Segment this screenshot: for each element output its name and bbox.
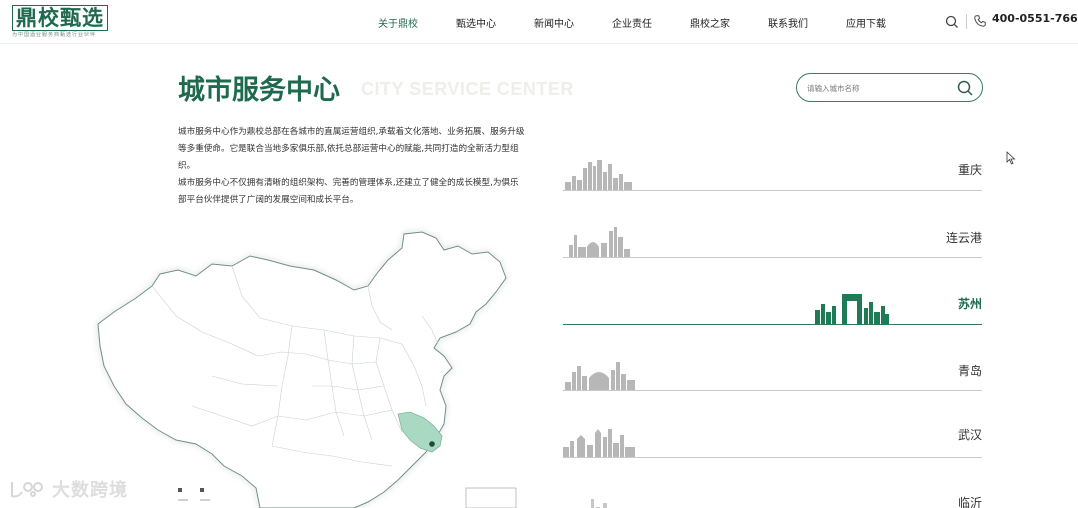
search-icon[interactable] (956, 79, 974, 97)
city-name: 苏州 (957, 297, 982, 311)
intro-text: 城市服务中心作为鼎校总部在各城市的直属运营组织,承载着文化落地、业务拓展、服务升… (178, 124, 526, 209)
hotline-number[interactable]: 400-0551-766 (992, 12, 1078, 25)
watermark: 大数跨境 (8, 476, 128, 502)
watermark-text: 大数跨境 (52, 480, 128, 501)
nav-item-about[interactable]: 关于鼎校 (378, 15, 418, 30)
map-legend (178, 488, 210, 501)
nav-item-app-download[interactable]: 应用下载 (846, 15, 886, 30)
brand-logo[interactable]: 鼎校甄选 为中国酒业服务商甄选行业伙伴 (12, 5, 116, 39)
suzhou-marker[interactable] (429, 441, 435, 447)
intro-paragraph: 城市服务中心作为鼎校总部在各城市的直属运营组织,承载着文化落地、业务拓展、服务升… (178, 127, 525, 171)
city-name: 连云港 (945, 231, 982, 245)
city-item-suzhou[interactable]: 苏州 (563, 259, 982, 325)
wuhan-skyline-icon (563, 429, 635, 457)
city-divider (563, 457, 982, 458)
nav-item-responsibility[interactable]: 企业责任 (612, 15, 652, 30)
main-nav: 关于鼎校 甄选中心 新闻中心 企业责任 鼎校之家 联系我们 应用下载 (378, 0, 924, 44)
chongqing-skyline-icon (565, 160, 632, 190)
city-search-input[interactable] (807, 80, 947, 96)
country-outline (97, 231, 507, 508)
page-title-english: CITY SERVICE CENTER (361, 79, 574, 99)
city-item-qingdao[interactable]: 青岛 (563, 325, 982, 391)
city-name: 重庆 (957, 163, 982, 177)
top-header: 鼎校甄选 为中国酒业服务商甄选行业伙伴 关于鼎校 甄选中心 新闻中心 企业责任 … (0, 0, 1078, 44)
watermark-logo-icon (11, 482, 43, 498)
header-divider (966, 14, 967, 29)
page-title: 城市服务中心 (178, 75, 340, 106)
nav-item-news-center[interactable]: 新闻中心 (534, 15, 574, 30)
search-icon[interactable] (944, 14, 960, 30)
city-divider (563, 190, 982, 191)
city-item-lianyungang[interactable]: 连云港 (563, 192, 982, 258)
city-item-wuhan[interactable]: 武汉 (563, 392, 982, 458)
south-sea-inset (465, 487, 517, 508)
city-name: 青岛 (957, 364, 982, 378)
nav-item-selection-center[interactable]: 甄选中心 (456, 15, 496, 30)
linyi-skyline-icon (591, 499, 607, 508)
logo-wordmark: 鼎校甄选 (12, 5, 108, 31)
nav-item-home[interactable]: 鼎校之家 (690, 15, 730, 30)
city-item-linyi[interactable]: 临沂 (563, 459, 982, 508)
lianyungang-skyline-icon (569, 227, 630, 257)
city-item-chongqing[interactable]: 重庆 (563, 125, 982, 191)
city-name: 武汉 (957, 428, 982, 442)
logo-tagline: 为中国酒业服务商甄选行业伙伴 (12, 32, 97, 38)
china-map (97, 231, 517, 508)
nav-item-contact[interactable]: 联系我们 (768, 15, 808, 30)
qingdao-skyline-icon (565, 362, 635, 390)
suzhou-skyline-icon (815, 294, 889, 324)
city-divider (563, 257, 982, 258)
city-divider (563, 390, 982, 391)
intro-paragraph: 城市服务中心不仅拥有清晰的组织架构、完善的管理体系,还建立了健全的成长模型,为俱… (178, 178, 519, 205)
phone-icon (974, 15, 986, 27)
city-search-box (796, 73, 983, 102)
mouse-cursor-icon (1006, 151, 1016, 165)
city-name: 临沂 (957, 496, 982, 508)
